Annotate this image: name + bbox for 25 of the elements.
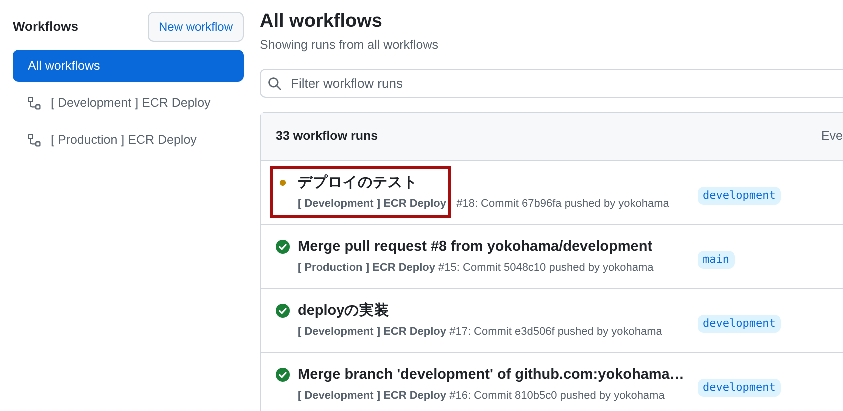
- branch-tag[interactable]: development: [698, 378, 781, 398]
- event-filter[interactable]: Eve: [821, 126, 843, 146]
- workflow-icon: [28, 134, 41, 146]
- run-title[interactable]: Merge pull request #8 from yokohama/development: [298, 236, 698, 257]
- sidebar-item[interactable]: [ Development ] ECR Deploy: [13, 87, 244, 119]
- search-icon: [268, 76, 282, 91]
- run-details: [ Development ] ECR Deploy #18: Commit 67b96fa pushed by yokohama: [298, 196, 670, 212]
- workflow-icon: [28, 96, 41, 110]
- new-workflow-button[interactable]: New workflow: [148, 12, 244, 42]
- sidebar-title: Workflows: [13, 18, 78, 36]
- filter-field[interactable]: Filter workflow runs: [260, 68, 843, 98]
- branch-tag[interactable]: main: [698, 250, 734, 270]
- run-title[interactable]: deployの実装: [298, 300, 698, 321]
- sidebar-item[interactable]: All workflows: [13, 50, 244, 82]
- run-title[interactable]: Merge branch 'development' of github.com:yokohama…: [298, 364, 698, 385]
- run-details: [ Production ] ECR Deploy #15: Commit 5048c10 pushed by yokohama: [298, 260, 655, 276]
- page-title: All workflows: [260, 10, 384, 34]
- page-subtitle: Showing runs from all workflows: [260, 37, 440, 54]
- run-count: 33 workflow runs: [276, 128, 378, 145]
- branch-tag[interactable]: development: [698, 314, 781, 334]
- run-details: [ Development ] ECR Deploy #16: Commit 810b5c0 pushed by yokohama: [298, 388, 666, 404]
- run-details: [ Development ] ECR Deploy #17: Commit e3d506f pushed by yokohama: [298, 324, 664, 340]
- run-title[interactable]: デプロイのテスト: [298, 172, 698, 193]
- sidebar-item[interactable]: [ Production ] ECR Deploy: [13, 124, 244, 156]
- branch-tag[interactable]: development: [698, 186, 781, 206]
